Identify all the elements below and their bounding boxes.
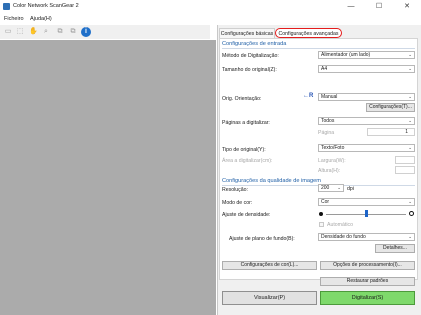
chevron-down-icon: ⌄ [337, 185, 341, 190]
chevron-down-icon: ⌄ [408, 234, 412, 239]
original-size-label: Tamanho do original(Z): [222, 67, 277, 73]
color-mode-select[interactable]: Cor ⌄ [318, 198, 415, 206]
dark-dot-icon [319, 212, 323, 216]
processing-options-button[interactable]: Opções de processamento(I)... [320, 261, 415, 270]
density-slider-thumb[interactable] [364, 210, 368, 217]
height-field[interactable] [395, 166, 415, 174]
copy-icon[interactable]: ⧉ [56, 28, 64, 36]
chevron-down-icon: ⌄ [408, 145, 412, 150]
resolution-label: Resolução: [222, 187, 248, 193]
duplicate-icon[interactable]: ⧉ [69, 28, 77, 36]
height-label: Altura(H): [318, 168, 341, 174]
scan-method-value: Alimentador (um lado) [321, 52, 371, 58]
background-adjust-value: Densidade do fundo [321, 234, 366, 240]
light-dot-icon [409, 211, 414, 216]
original-type-value: Texto/Foto [321, 145, 345, 151]
background-adjust-select[interactable]: Densidade do fundo ⌄ [318, 233, 415, 241]
divider [222, 48, 415, 49]
chevron-down-icon: ⌄ [408, 66, 412, 71]
page-number-label: Página [318, 130, 335, 136]
new-page-icon[interactable]: ▭ [4, 28, 12, 36]
app-icon [3, 3, 10, 10]
restore-defaults-button[interactable]: Restaurar padrões [320, 277, 415, 286]
auto-checkbox[interactable] [319, 222, 324, 227]
original-type-select[interactable]: Texto/Foto ⌄ [318, 144, 415, 152]
preview-button[interactable]: Visualizar(P) [222, 291, 317, 305]
input-settings-heading: Configurações de entrada [222, 41, 287, 47]
scan-area-label: Área a digitalizar(cm): [222, 158, 273, 164]
width-label: Largura(W): [318, 158, 346, 164]
chevron-down-icon: ⌄ [408, 199, 412, 204]
orientation-select[interactable]: Manual ⌄ [318, 93, 415, 101]
crop-icon[interactable]: ⬚ [16, 28, 24, 36]
orientation-icon: ←R [303, 93, 314, 99]
background-adjust-label: Ajuste de plano de fundo(B): [229, 236, 295, 242]
orientation-value: Manual [321, 94, 338, 100]
details-button[interactable]: Detalhes... [375, 244, 415, 253]
original-type-label: Tipo de original(Y): [222, 147, 266, 153]
quality-settings-heading: Configurações da qualidade de imagem [222, 178, 321, 184]
density-label: Ajuste de densidade: [222, 212, 271, 218]
color-mode-label: Modo de cor: [222, 200, 253, 206]
resolution-select[interactable]: 200 ⌄ [318, 184, 344, 192]
original-size-select[interactable]: A4 ⌄ [318, 65, 415, 73]
menu-bar [0, 14, 421, 24]
menu-file[interactable]: Ficheiro [4, 16, 24, 22]
scan-method-select[interactable]: Alimentador (um lado) ⌄ [318, 51, 415, 59]
hand-icon[interactable]: ✋ [29, 28, 38, 36]
pages-label: Páginas a digitalizar: [222, 120, 270, 126]
pages-value: Todos [321, 118, 335, 124]
minimize-button[interactable]: — [337, 0, 365, 14]
resolution-value: 200 [321, 185, 330, 191]
tab-basic-settings[interactable]: Configurações básicas [219, 28, 275, 38]
orientation-label: Orig. Orientação: [222, 96, 262, 102]
maximize-button[interactable]: ☐ [365, 0, 393, 14]
color-mode-value: Cor [321, 199, 330, 205]
chevron-down-icon: ⌄ [408, 52, 412, 57]
tab-advanced-settings[interactable]: Configurações avançadas [275, 28, 342, 38]
color-settings-button[interactable]: Configurações de cor(L)... [222, 261, 317, 270]
close-button[interactable]: ✕ [393, 0, 421, 14]
page-number-spinner[interactable]: 1 [367, 128, 415, 136]
chevron-down-icon: ⌄ [408, 118, 412, 123]
scan-button[interactable]: Digitalizar(S) [320, 291, 415, 305]
auto-label: Automático [327, 222, 353, 228]
orientation-settings-button[interactable]: Configurações(T)... [366, 103, 415, 112]
resolution-unit: dpi [347, 186, 354, 192]
scan-method-label: Método de Digitalização: [222, 53, 279, 59]
preview-area [0, 40, 216, 315]
chevron-down-icon: ⌄ [408, 94, 412, 99]
zoom-icon[interactable]: ⌕ [42, 28, 50, 36]
width-field[interactable] [395, 156, 415, 164]
pages-select[interactable]: Todos ⌄ [318, 117, 415, 125]
window-title: Color Network ScanGear 2 [13, 3, 79, 9]
menu-help[interactable]: Ajuda(H) [30, 16, 52, 22]
info-icon[interactable]: i [81, 27, 91, 37]
original-size-value: A4 [321, 66, 328, 72]
